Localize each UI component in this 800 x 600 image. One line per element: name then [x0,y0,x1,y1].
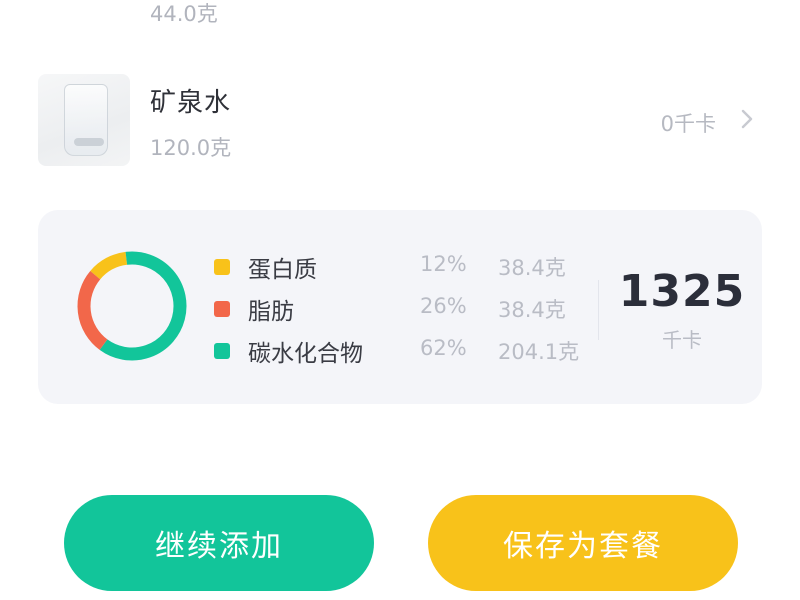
macro-donut-chart [77,251,187,361]
save-as-set-meal-button[interactable]: 保存为套餐 [428,495,738,591]
protein-segment [90,251,128,280]
food-thumbnail [38,74,130,166]
summary-divider [598,280,599,340]
nutrition-summary-card: 蛋白质 12% 38.4克 脂肪 26% 38.4克 碳水化合物 62% 204… [38,210,762,404]
legend-row-carbohydrate: 碳水化合物 62% 204.1克 [214,332,614,374]
chevron-right-icon[interactable] [740,108,754,130]
food-list-item[interactable]: 44.0克 [0,0,800,30]
legend-percent: 62% [420,336,467,360]
meal-detail-page: 44.0克 矿泉水 120.0克 0千卡 蛋白质 12% 38.4克 脂肪 26… [0,0,800,600]
legend-row-fat: 脂肪 26% 38.4克 [214,290,614,332]
macro-legend: 蛋白质 12% 38.4克 脂肪 26% 38.4克 碳水化合物 62% 204… [214,248,614,374]
continue-add-button[interactable]: 继续添加 [64,495,374,591]
food-name: 矿泉水 [150,88,232,118]
legend-percent: 26% [420,294,467,318]
fat-color-swatch [214,301,230,317]
fat-segment [77,270,108,350]
legend-name: 脂肪 [248,299,294,325]
legend-row-protein: 蛋白质 12% 38.4克 [214,248,614,290]
legend-percent: 12% [420,252,467,276]
carbohydrate-segment [99,251,187,361]
protein-color-swatch [214,259,230,275]
legend-name: 蛋白质 [248,257,317,283]
total-kcal-value: 1325 [618,266,746,317]
carbohydrate-color-swatch [214,343,230,359]
food-weight: 44.0克 [150,2,218,26]
food-kcal: 0千卡 [660,112,716,136]
total-kcal-unit: 千卡 [662,328,702,352]
food-list-item[interactable]: 矿泉水 120.0克 0千卡 [0,72,800,172]
legend-amount: 38.4克 [498,256,566,280]
legend-name: 碳水化合物 [248,341,363,367]
glass-base-shape [74,138,104,146]
legend-amount: 204.1克 [498,340,580,364]
legend-amount: 38.4克 [498,298,566,322]
food-weight: 120.0克 [150,136,232,160]
